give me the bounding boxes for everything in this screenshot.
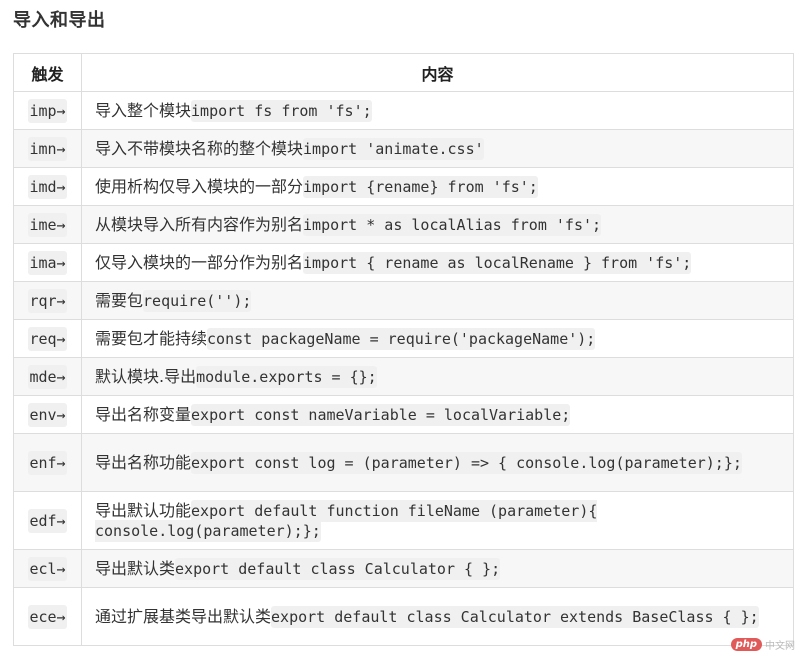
trigger-cell: imn→ bbox=[13, 129, 82, 168]
content-cell: 默认模块.导出module.exports = {}; bbox=[81, 357, 794, 396]
table-row: mde→ 默认模块.导出module.exports = {}; bbox=[13, 357, 794, 396]
snippet-description: 需要包才能持续 bbox=[95, 328, 208, 348]
watermark-text: 中文网 bbox=[765, 641, 795, 652]
snippet-code: import fs from 'fs'; bbox=[191, 99, 372, 122]
trigger-cell: env→ bbox=[13, 395, 82, 434]
header-content: 内容 bbox=[81, 53, 794, 92]
snippet-description: 导出默认功能 bbox=[95, 500, 192, 520]
content-cell: 导出默认类export default class Calculator { }… bbox=[81, 549, 794, 588]
trigger-code: ece→ bbox=[28, 604, 67, 629]
snippet-description: 仅导入模块的一部分作为别名 bbox=[95, 252, 304, 272]
trigger-code: env→ bbox=[28, 402, 67, 427]
table-row: req→ 需要包才能持续const packageName = require('… bbox=[13, 319, 794, 358]
snippet-description: 导出默认类 bbox=[95, 558, 176, 578]
snippet-description: 使用析构仅导入模块的一部分 bbox=[95, 176, 304, 196]
content-cell: 导入不带模块名称的整个模块import 'animate.css' bbox=[81, 129, 794, 168]
trigger-code: ime→ bbox=[28, 212, 67, 237]
snippets-table: 触发 内容 imp→ 导入整个模块import fs from 'fs'; imn→… bbox=[13, 53, 794, 646]
snippet-code: export default class Calculator { }; bbox=[175, 557, 501, 580]
table-row: imn→ 导入不带模块名称的整个模块import 'animate.css' bbox=[13, 129, 794, 168]
content-cell: 需要包require(''); bbox=[81, 281, 794, 320]
table-row: ime→ 从模块导入所有内容作为别名import * as localAlias … bbox=[13, 205, 794, 244]
trigger-code: ecl→ bbox=[28, 556, 67, 581]
table-row: ece→ 通过扩展基类导出默认类export default class Calc… bbox=[13, 587, 794, 646]
table-row: imd→ 使用析构仅导入模块的一部分import {rename} from 'f… bbox=[13, 167, 794, 206]
snippet-code: export default class Calculator extends … bbox=[271, 605, 759, 628]
snippet-code: const packageName = require('packageName… bbox=[207, 327, 596, 350]
table-row: ecl→ 导出默认类export default class Calculator… bbox=[13, 549, 794, 588]
trigger-code: ima→ bbox=[28, 250, 67, 275]
snippet-description: 需要包 bbox=[95, 290, 144, 310]
trigger-cell: req→ bbox=[13, 319, 82, 358]
table-row: edf→ 导出默认功能export default function fileNa… bbox=[13, 491, 794, 550]
content-cell: 通过扩展基类导出默认类export default class Calculat… bbox=[81, 587, 794, 646]
trigger-cell: ima→ bbox=[13, 243, 82, 282]
snippet-code: import {rename} from 'fs'; bbox=[303, 175, 538, 198]
table-row: ima→ 仅导入模块的一部分作为别名import { rename as loca… bbox=[13, 243, 794, 282]
table-row: env→ 导出名称变量export const nameVariable = lo… bbox=[13, 395, 794, 434]
content-cell: 仅导入模块的一部分作为别名import { rename as localRen… bbox=[81, 243, 794, 282]
snippet-code: import * as localAlias from 'fs'; bbox=[303, 213, 602, 236]
content-cell: 导出名称功能export const log = (parameter) => … bbox=[81, 433, 794, 492]
snippet-code: export const log = (parameter) => { cons… bbox=[191, 451, 742, 474]
snippet-description: 从模块导入所有内容作为别名 bbox=[95, 214, 304, 234]
trigger-code: imd→ bbox=[28, 174, 67, 199]
trigger-code: rqr→ bbox=[28, 288, 67, 313]
snippet-code: module.exports = {}; bbox=[196, 365, 377, 388]
content-cell: 导入整个模块import fs from 'fs'; bbox=[81, 91, 794, 130]
trigger-code: mde→ bbox=[28, 364, 67, 389]
trigger-code: req→ bbox=[28, 326, 67, 351]
snippet-code: import 'animate.css' bbox=[303, 137, 484, 160]
trigger-cell: ece→ bbox=[13, 587, 82, 646]
section-title: 导入和导出 bbox=[13, 10, 106, 31]
content-cell: 导出默认功能export default function fileName (… bbox=[81, 491, 794, 550]
snippet-code: export const nameVariable = localVariabl… bbox=[191, 403, 571, 426]
snippet-description: 默认模块.导出 bbox=[95, 366, 197, 386]
header-trigger: 触发 bbox=[13, 53, 82, 92]
table-row: imp→ 导入整个模块import fs from 'fs'; bbox=[13, 91, 794, 130]
trigger-cell: mde→ bbox=[13, 357, 82, 396]
trigger-cell: rqr→ bbox=[13, 281, 82, 320]
snippet-description: 导入不带模块名称的整个模块 bbox=[95, 138, 304, 158]
trigger-cell: ecl→ bbox=[13, 549, 82, 588]
trigger-cell: edf→ bbox=[13, 491, 82, 550]
snippet-description: 导入整个模块 bbox=[95, 100, 192, 120]
snippet-description: 导出名称变量 bbox=[95, 404, 192, 424]
trigger-cell: imp→ bbox=[13, 91, 82, 130]
php-logo-icon: php bbox=[730, 638, 762, 651]
trigger-cell: enf→ bbox=[13, 433, 82, 492]
trigger-code: edf→ bbox=[28, 508, 67, 533]
trigger-cell: imd→ bbox=[13, 167, 82, 206]
trigger-code: enf→ bbox=[28, 450, 67, 475]
table-row: rqr→ 需要包require(''); bbox=[13, 281, 794, 320]
table-header-row: 触发 内容 bbox=[13, 53, 794, 92]
snippet-code: import { rename as localRename } from 'f… bbox=[303, 251, 692, 274]
content-cell: 导出名称变量export const nameVariable = localV… bbox=[81, 395, 794, 434]
trigger-code: imp→ bbox=[28, 98, 67, 123]
content-cell: 使用析构仅导入模块的一部分import {rename} from 'fs'; bbox=[81, 167, 794, 206]
content-cell: 从模块导入所有内容作为别名import * as localAlias from… bbox=[81, 205, 794, 244]
watermark: php 中文网 bbox=[730, 637, 795, 652]
trigger-code: imn→ bbox=[28, 136, 67, 161]
content-cell: 需要包才能持续const packageName = require('pack… bbox=[81, 319, 794, 358]
snippet-code: require(''); bbox=[143, 289, 252, 312]
table-row: enf→ 导出名称功能export const log = (parameter)… bbox=[13, 433, 794, 492]
snippet-description: 通过扩展基类导出默认类 bbox=[95, 606, 272, 626]
snippet-description: 导出名称功能 bbox=[95, 452, 192, 472]
trigger-cell: ime→ bbox=[13, 205, 82, 244]
